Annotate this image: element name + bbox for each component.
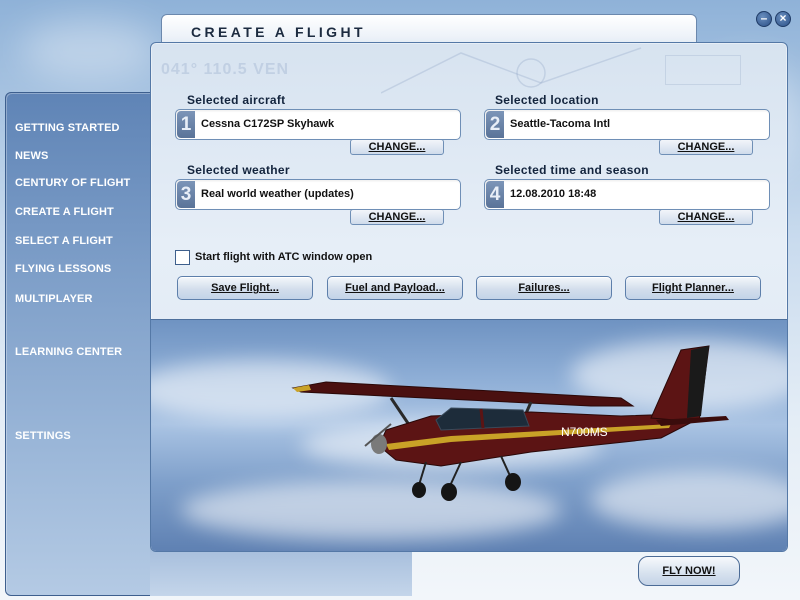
flight-planner-label: Flight Planner... xyxy=(652,282,734,294)
cessna-aircraft-icon: N700MS xyxy=(291,345,729,501)
change-weather-button[interactable]: CHANGE... xyxy=(350,209,444,225)
selected-aircraft-value: Cessna C172SP Skyhawk xyxy=(201,118,335,130)
close-button[interactable]: × xyxy=(775,11,791,27)
nav-item-flying-lessons[interactable]: FLYING LESSONS xyxy=(15,263,111,275)
selected-location-label: Selected location xyxy=(495,93,599,107)
failures-label: Failures... xyxy=(518,282,570,294)
save-flight-label: Save Flight... xyxy=(211,282,279,294)
aircraft-preview-image: N700MS xyxy=(151,319,787,551)
nav-item-create-a-flight[interactable]: CREATE A FLIGHT xyxy=(15,206,114,218)
step-number-4: 4 xyxy=(486,181,504,208)
change-aircraft-button[interactable]: CHANGE... xyxy=(350,139,444,155)
step-number-2: 2 xyxy=(486,111,504,138)
fuel-and-payload-button[interactable]: Fuel and Payload... xyxy=(327,276,463,300)
sky-cloud xyxy=(20,20,160,80)
flight-planner-button[interactable]: Flight Planner... xyxy=(625,276,761,300)
change-time-button[interactable]: CHANGE... xyxy=(659,209,753,225)
selected-aircraft-label: Selected aircraft xyxy=(187,93,286,107)
selected-weather-value: Real world weather (updates) xyxy=(201,188,354,200)
bottom-strip xyxy=(150,548,412,596)
selected-location-field: 2 Seattle-Tacoma Intl xyxy=(484,109,770,140)
page-title: CREATE A FLIGHT xyxy=(191,24,366,40)
nav-item-settings[interactable]: SETTINGS xyxy=(15,430,71,442)
minimize-button[interactable]: – xyxy=(756,11,772,27)
selected-location-value: Seattle-Tacoma Intl xyxy=(510,118,611,130)
selected-time-value: 12.08.2010 18:48 xyxy=(510,188,597,200)
selected-weather-label: Selected weather xyxy=(187,163,290,177)
selected-aircraft-field: 1 Cessna C172SP Skyhawk xyxy=(175,109,461,140)
selected-weather-field: 3 Real world weather (updates) xyxy=(175,179,461,210)
atc-window-label: Start flight with ATC window open xyxy=(195,251,373,263)
create-flight-panel: 041° 110.5 VEN Selected aircraft 1 Cessn… xyxy=(150,42,788,552)
nav-item-news[interactable]: NEWS xyxy=(15,150,48,162)
change-location-button[interactable]: CHANGE... xyxy=(659,139,753,155)
fuel-and-payload-label: Fuel and Payload... xyxy=(345,282,445,294)
step-number-3: 3 xyxy=(177,181,195,208)
nav-item-learning-center[interactable]: LEARNING CENTER xyxy=(15,346,122,358)
chart-watermark-box xyxy=(665,55,741,85)
chart-watermark-text: 041° 110.5 VEN xyxy=(161,61,290,78)
aircraft-registration: N700MS xyxy=(561,425,608,439)
selected-time-field: 4 12.08.2010 18:48 xyxy=(484,179,770,210)
atc-window-checkbox[interactable] xyxy=(175,250,190,265)
nav-item-getting-started[interactable]: GETTING STARTED xyxy=(15,122,120,134)
save-flight-button[interactable]: Save Flight... xyxy=(177,276,313,300)
nav-item-multiplayer[interactable]: MULTIPLAYER xyxy=(15,293,93,305)
fly-now-button[interactable]: FLY NOW! xyxy=(638,556,740,586)
selected-time-label: Selected time and season xyxy=(495,163,649,177)
step-number-1: 1 xyxy=(177,111,195,138)
nav-item-select-a-flight[interactable]: SELECT A FLIGHT xyxy=(15,235,113,247)
nav-item-century-of-flight[interactable]: CENTURY OF FLIGHT xyxy=(15,177,130,189)
failures-button[interactable]: Failures... xyxy=(476,276,612,300)
left-navigation: GETTING STARTED NEWS CENTURY OF FLIGHT C… xyxy=(5,92,153,596)
